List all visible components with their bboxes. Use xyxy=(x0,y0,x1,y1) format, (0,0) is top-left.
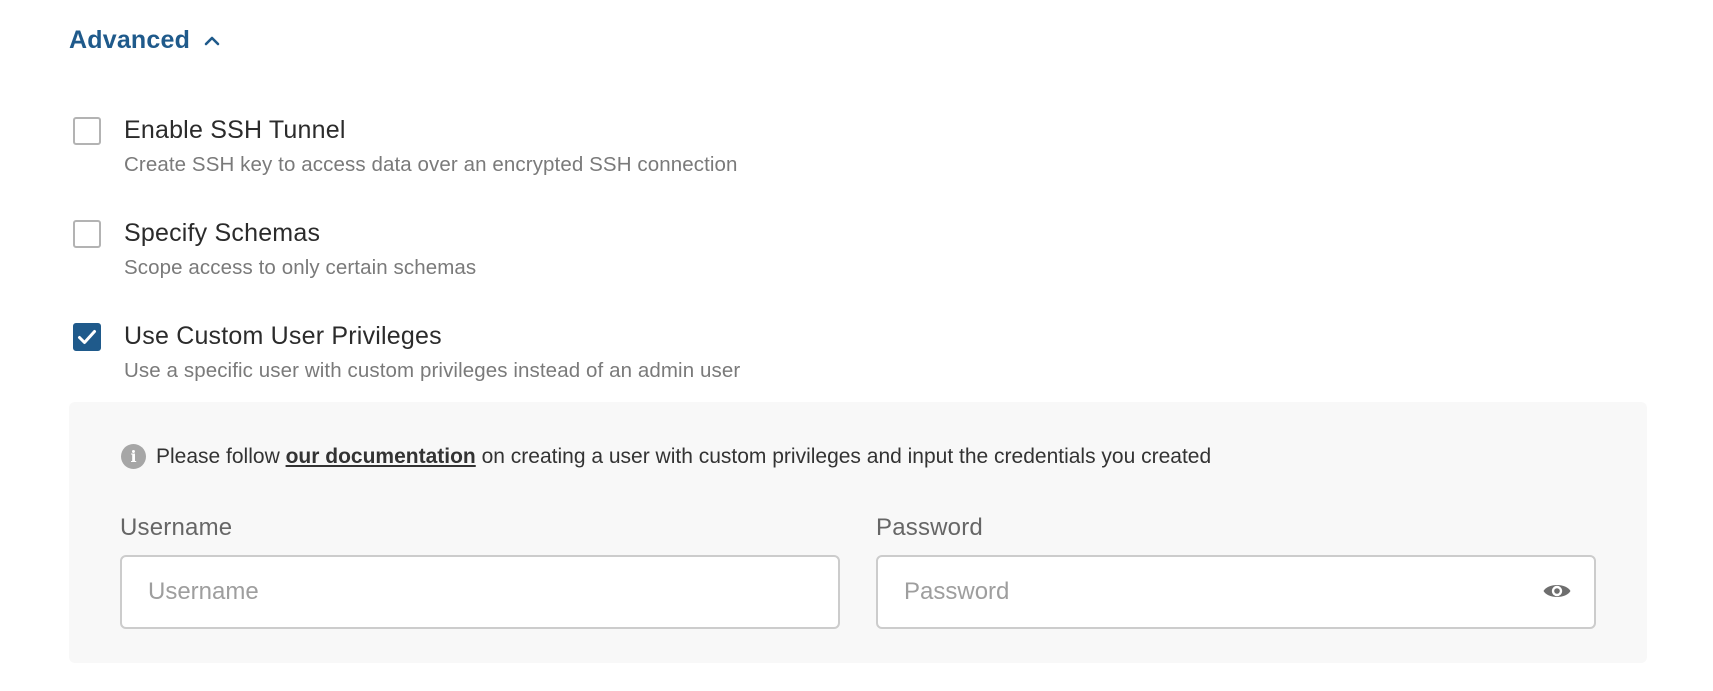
option-ssh-tunnel: Enable SSH Tunnel Create SSH key to acce… xyxy=(73,115,738,178)
custom-privileges-panel: i Please follow our documentation on cre… xyxy=(69,402,1647,663)
password-input[interactable] xyxy=(876,555,1596,629)
password-field: Password xyxy=(876,514,1596,629)
eye-icon[interactable] xyxy=(1542,579,1572,603)
ssh-tunnel-description: Create SSH key to access data over an en… xyxy=(124,153,738,176)
username-field: Username xyxy=(120,514,840,629)
password-wrapper xyxy=(876,555,1596,629)
documentation-link[interactable]: our documentation xyxy=(286,445,476,469)
ssh-tunnel-title: Enable SSH Tunnel xyxy=(124,116,346,144)
specify-schemas-checkbox[interactable] xyxy=(73,220,101,248)
advanced-settings-page: Advanced Enable SSH Tunnel Create SSH ke… xyxy=(0,0,1713,691)
advanced-label: Advanced xyxy=(69,26,191,54)
info-prefix: Please follow xyxy=(156,444,280,468)
info-message: i Please follow our documentation on cre… xyxy=(121,444,1211,469)
specify-schemas-description: Scope access to only certain schemas xyxy=(124,256,477,279)
info-suffix: on creating a user with custom privilege… xyxy=(481,444,1212,468)
custom-privileges-checkbox[interactable] xyxy=(73,323,101,351)
custom-privileges-title: Use Custom User Privileges xyxy=(124,322,442,350)
chevron-up-icon xyxy=(204,36,220,45)
password-label: Password xyxy=(876,514,983,541)
option-custom-privileges: Use Custom User Privileges Use a specifi… xyxy=(73,321,740,384)
ssh-tunnel-checkbox[interactable] xyxy=(73,117,101,145)
custom-privileges-description: Use a specific user with custom privileg… xyxy=(124,359,741,382)
option-specify-schemas: Specify Schemas Scope access to only cer… xyxy=(73,218,476,281)
advanced-toggle[interactable]: Advanced xyxy=(69,26,222,55)
checkmark-icon xyxy=(78,330,96,344)
info-icon: i xyxy=(121,444,146,469)
username-input[interactable] xyxy=(120,555,840,629)
specify-schemas-title: Specify Schemas xyxy=(124,219,321,247)
username-label: Username xyxy=(120,514,233,541)
